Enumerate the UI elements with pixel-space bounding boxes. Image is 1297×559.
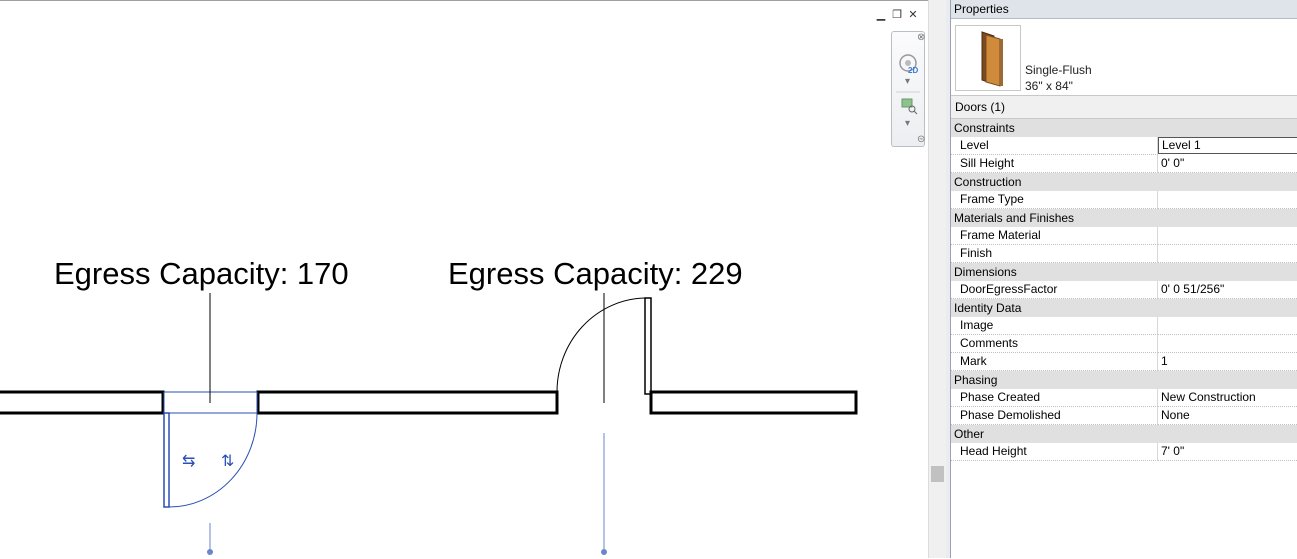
property-group-header[interactable]: Phasing xyxy=(951,371,1297,389)
property-name: Head Height xyxy=(951,443,1158,461)
type-selector[interactable]: Single-Flush 36" x 84" xyxy=(951,19,1297,96)
property-row[interactable]: DoorEgressFactor 0' 0 51/256" xyxy=(951,281,1297,299)
view-window-controls: ▁ ❐ ✕ xyxy=(874,8,920,22)
property-value[interactable]: Level 1 xyxy=(1158,137,1297,154)
type-size: 36" x 84" xyxy=(1025,79,1073,93)
property-name: Mark xyxy=(951,353,1158,371)
property-row[interactable]: Comments xyxy=(951,335,1297,353)
property-name: Frame Type xyxy=(951,191,1158,209)
property-row[interactable]: Image xyxy=(951,317,1297,335)
close-icon[interactable]: ✕ xyxy=(906,8,920,22)
door-grip-left[interactable] xyxy=(207,549,213,555)
zoom-2d-badge: 2D xyxy=(908,66,919,75)
property-row[interactable]: Frame Material xyxy=(951,227,1297,245)
type-name: Single-Flush 36" x 84" xyxy=(1025,62,1092,94)
type-family: Single-Flush xyxy=(1025,63,1092,77)
wall-segment-right[interactable] xyxy=(649,390,858,415)
property-name: Finish xyxy=(951,245,1158,263)
property-value[interactable]: New Construction xyxy=(1158,389,1297,407)
property-name: Frame Material xyxy=(951,227,1158,245)
property-row[interactable]: Finish xyxy=(951,245,1297,263)
property-name: Phase Demolished xyxy=(951,407,1158,425)
property-group-header[interactable]: Other xyxy=(951,425,1297,443)
property-row[interactable]: Head Height 7' 0" xyxy=(951,443,1297,461)
restore-icon[interactable]: ❐ xyxy=(890,8,904,22)
property-row[interactable]: Mark 1 xyxy=(951,353,1297,371)
wall-segment-middle[interactable] xyxy=(256,390,559,415)
property-value[interactable] xyxy=(1158,335,1297,353)
door-grip-right[interactable] xyxy=(601,549,607,555)
flip-horizontal-icon[interactable]: ⇆ xyxy=(182,453,195,470)
chevron-down-icon[interactable]: ▾ xyxy=(905,76,910,87)
door-thumbnail xyxy=(955,25,1021,91)
property-name: Phase Created xyxy=(951,389,1158,407)
property-row[interactable]: Frame Type xyxy=(951,191,1297,209)
property-value[interactable] xyxy=(1158,191,1297,209)
egress-tag-right[interactable]: Egress Capacity: 229 xyxy=(448,256,743,291)
property-value[interactable] xyxy=(1158,317,1297,335)
drawing-canvas[interactable]: ⇆ ⇅ Egress Capacity: 170 Egress Capacity… xyxy=(0,0,928,558)
property-name: DoorEgressFactor xyxy=(951,281,1158,299)
properties-title: Properties xyxy=(951,0,1297,19)
navbar-options-icon[interactable]: ⊝ xyxy=(917,134,925,145)
property-value[interactable] xyxy=(1158,227,1297,245)
door-selected[interactable]: ⇆ ⇅ xyxy=(163,391,258,555)
property-name: Comments xyxy=(951,335,1158,353)
navigation-bar: ⊗ 2D ▾ ▾ ⊝ xyxy=(891,31,925,147)
property-value[interactable]: 0' 0" xyxy=(1158,155,1297,173)
property-group-header[interactable]: Identity Data xyxy=(951,299,1297,317)
property-name: Level xyxy=(951,137,1158,155)
property-value[interactable]: 1 xyxy=(1158,353,1297,371)
property-group-header[interactable]: Dimensions xyxy=(951,263,1297,281)
property-row[interactable]: Sill Height 0' 0" xyxy=(951,155,1297,173)
properties-panel: Properties Single-Flush 36" x 84" Doors … xyxy=(951,0,1297,558)
property-value[interactable]: None xyxy=(1158,407,1297,425)
property-value[interactable]: 0' 0 51/256" xyxy=(1158,281,1297,299)
property-grid: Constraints Level Level 1 Sill Height 0' 0" C… xyxy=(951,119,1297,461)
property-group-header[interactable]: Materials and Finishes xyxy=(951,209,1297,227)
property-name: Image xyxy=(951,317,1158,335)
property-group-header[interactable]: Constraints xyxy=(951,119,1297,137)
wall-segment-left[interactable] xyxy=(0,390,165,415)
vertical-scrollbar[interactable] xyxy=(928,0,946,558)
property-row[interactable]: Phase Demolished None xyxy=(951,407,1297,425)
minimize-icon[interactable]: ▁ xyxy=(874,8,888,22)
property-row[interactable]: Level Level 1 xyxy=(951,137,1297,155)
property-row[interactable]: Phase Created New Construction xyxy=(951,389,1297,407)
property-value[interactable]: 7' 0" xyxy=(1158,443,1297,461)
egress-tag-left[interactable]: Egress Capacity: 170 xyxy=(54,256,349,291)
floor-plan[interactable]: ⇆ ⇅ Egress Capacity: 170 Egress Capacity… xyxy=(0,1,928,559)
scrollbar-thumb[interactable] xyxy=(931,466,944,482)
property-group-header[interactable]: Construction xyxy=(951,173,1297,191)
instance-filter-dropdown[interactable]: Doors (1) xyxy=(951,96,1297,119)
zoom-region-icon[interactable] xyxy=(901,98,913,108)
chevron-down-icon[interactable]: ▾ xyxy=(905,118,910,129)
property-value[interactable] xyxy=(1158,245,1297,263)
flip-vertical-icon[interactable]: ⇅ xyxy=(221,453,234,470)
property-name: Sill Height xyxy=(951,155,1158,173)
